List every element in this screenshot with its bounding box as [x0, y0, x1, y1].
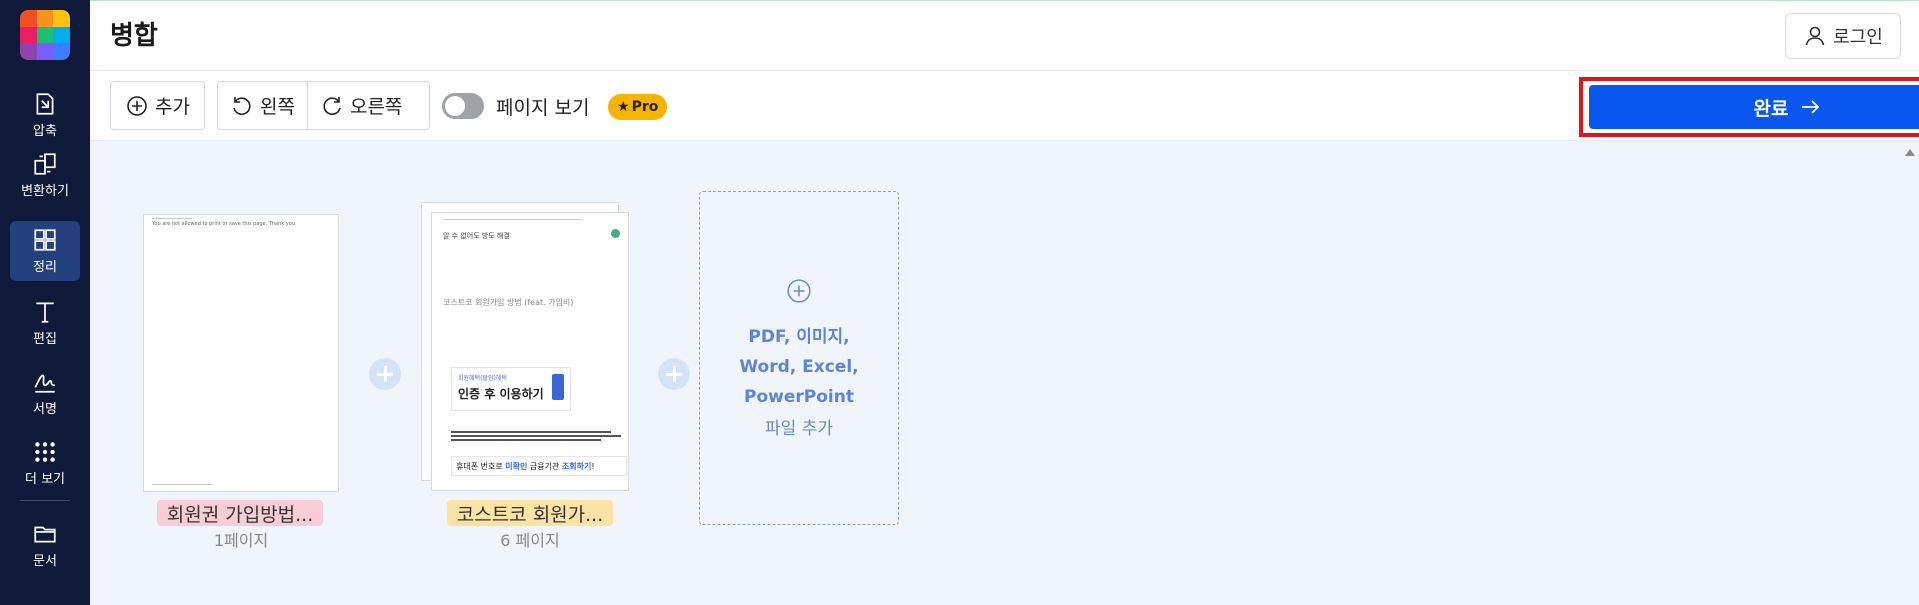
sidebar-item-label: 문서	[33, 554, 57, 569]
sidebar-item-organize[interactable]: 정리	[10, 221, 80, 281]
page-view-label: 페이지 보기	[496, 97, 590, 119]
doc2-top-line	[443, 219, 583, 220]
sidebar-divider	[20, 500, 70, 501]
convert-icon	[34, 153, 56, 175]
file-thumbnail-2[interactable]: 알 수 없어도 방도 해결 코스트코 회원가입 방법 (feat. 가입비) 회…	[431, 212, 629, 491]
doc2-box-title: 인증 후 이용하기	[458, 387, 544, 401]
doc2-promo-box: 회원혜택(할인)혜택 인증 후 이용하기	[451, 367, 571, 411]
done-label: 완료	[1753, 97, 1789, 120]
sidebar-item-label: 압축	[33, 124, 57, 139]
sidebar-item-more[interactable]: 더 보기	[10, 433, 80, 493]
doc2-heading: 알 수 없어도 방도 해결	[443, 232, 510, 240]
rotate-left-label: 왼쪽	[260, 96, 295, 118]
login-button[interactable]: 로그인	[1785, 13, 1901, 59]
doc2-footer-prefix: 휴대폰 번호로	[456, 462, 506, 471]
page-count-number: 1	[213, 531, 224, 550]
doc2-body-lines	[451, 429, 621, 449]
doc2-footer-highlight2: 조회하기	[561, 462, 592, 471]
sidebar-item-label: 변환하기	[21, 184, 69, 199]
merge-workarea: You are not allowed to print or save thi…	[90, 141, 1899, 605]
page-count-suffix: 페이지	[224, 531, 269, 550]
rotate-right-button[interactable]: 오른쪽	[306, 82, 414, 129]
doc2-footer-banner: 휴대폰 번호로 미확인 금융기관 조회하기!	[451, 456, 627, 476]
add-label: 추가	[155, 96, 190, 118]
doc2-box-small: 회원혜택(할인)혜택	[458, 375, 507, 382]
doc2-footer-highlight1: 미확인	[505, 462, 528, 471]
types-line-3: PowerPoint	[744, 386, 854, 407]
app-logo[interactable]	[20, 10, 70, 60]
add-file-dropzone[interactable]: PDF, 이미지, Word, Excel, PowerPoint 파일 추가	[699, 191, 899, 525]
pro-badge: ★ Pro	[608, 94, 668, 120]
sidebar: 압축 변환하기 정리 편집 서명 더 보기 문서	[0, 0, 90, 605]
sidebar-item-label: 서명	[33, 402, 57, 417]
doc2-footer-suffix: !	[591, 462, 595, 471]
doc2-logo-dot	[611, 229, 620, 238]
doc1-footer-line	[152, 484, 212, 485]
page-count-1: 1페이지	[143, 527, 339, 551]
header: 병합 로그인	[90, 0, 1919, 71]
page-view-toggle[interactable]	[442, 93, 484, 119]
organize-icon	[34, 229, 56, 251]
page-title: 병합	[110, 21, 158, 51]
pro-label: Pro	[631, 99, 659, 115]
sidebar-item-convert[interactable]: 변환하기	[10, 145, 80, 205]
sidebar-item-sign[interactable]: 서명	[10, 363, 80, 423]
file-name-tag-1: 회원권 가입방법...	[157, 500, 323, 526]
supported-types: PDF, 이미지, Word, Excel, PowerPoint	[724, 322, 874, 412]
rotate-group: 왼쪽 오른쪽	[217, 81, 430, 130]
page-count-number: 6	[500, 531, 511, 550]
add-file-label: 파일 추가	[765, 418, 833, 439]
scroll-up-arrow-icon[interactable]	[1905, 149, 1915, 156]
plus-circle-icon	[127, 95, 147, 116]
sidebar-item-compress[interactable]: 압축	[10, 85, 80, 145]
sidebar-item-label: 편집	[33, 332, 57, 347]
folder-icon	[34, 526, 56, 543]
doc1-text: You are not allowed to print or save thi…	[152, 221, 297, 227]
star-icon: ★	[617, 99, 630, 115]
types-line-1: PDF, 이미지,	[748, 326, 850, 347]
rotate-right-icon	[323, 96, 341, 115]
arrow-right-icon	[1802, 100, 1820, 114]
phone-icon	[552, 374, 564, 400]
doc1-header-line	[152, 218, 192, 219]
doc2-footer-mid: 금융기관	[527, 462, 562, 471]
page-count-suffix: 페이지	[515, 531, 560, 550]
file-name-tag-2: 코스트코 회원가...	[447, 500, 613, 526]
sidebar-item-documents[interactable]: 문서	[10, 515, 80, 575]
sidebar-item-edit[interactable]: 편집	[10, 293, 80, 353]
rotate-left-icon	[233, 96, 251, 115]
insert-between-button-1[interactable]	[369, 358, 401, 390]
types-line-2: Word, Excel,	[739, 356, 859, 377]
vertical-scrollbar[interactable]	[1899, 141, 1919, 605]
text-edit-icon	[36, 302, 54, 323]
signature-icon	[34, 374, 55, 393]
user-icon	[1805, 26, 1825, 46]
sidebar-item-label: 더 보기	[24, 472, 65, 487]
done-button-highlight: 완료	[1579, 77, 1919, 137]
add-file-button[interactable]: 추가	[110, 81, 205, 130]
file-thumbnail-1[interactable]: You are not allowed to print or save thi…	[143, 214, 339, 492]
plus-circle-icon	[787, 278, 811, 303]
sidebar-item-label: 정리	[33, 260, 57, 275]
insert-between-button-2[interactable]	[658, 358, 690, 390]
login-label: 로그인	[1833, 27, 1883, 48]
rotate-left-button[interactable]: 왼쪽	[218, 82, 307, 129]
done-button[interactable]: 완료	[1589, 85, 1919, 129]
doc2-subtitle: 코스트코 회원가입 방법 (feat. 가입비)	[443, 298, 574, 307]
page-count-2: 6 페이지	[431, 527, 629, 551]
more-grid-icon	[35, 442, 55, 462]
rotate-right-label: 오른쪽	[349, 96, 403, 118]
toolbar: 추가 왼쪽 오른쪽 페이지 보기 ★ Pro 완료	[90, 71, 1919, 141]
compress-icon	[36, 93, 54, 115]
